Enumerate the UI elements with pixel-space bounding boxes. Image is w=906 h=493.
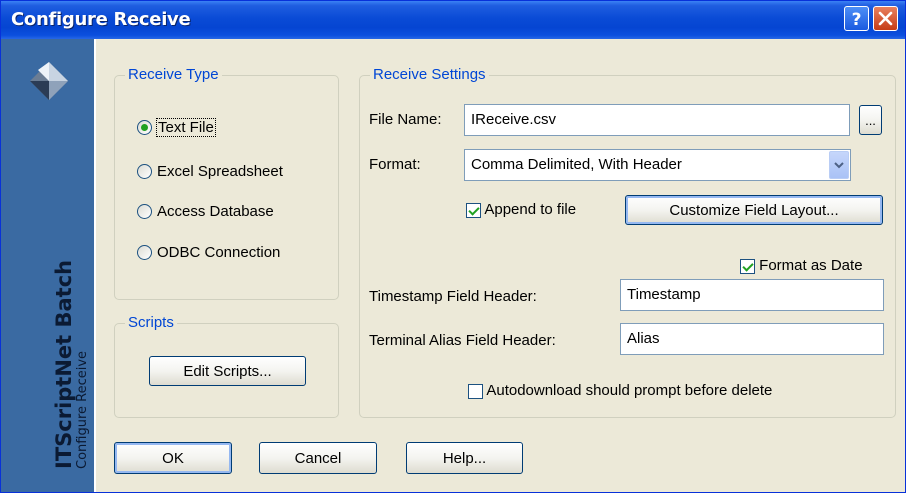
- checkbox[interactable]: [466, 202, 481, 218]
- append-label: Append to file: [484, 201, 577, 218]
- format-as-date-label: Format as Date: [759, 257, 863, 274]
- window-title: Configure Receive: [11, 9, 191, 30]
- timestamp-field-input[interactable]: Timestamp: [620, 279, 884, 311]
- cancel-button[interactable]: Cancel: [259, 442, 377, 474]
- radio-label: Text File: [156, 117, 216, 137]
- scripts-legend: Scripts: [125, 314, 177, 331]
- product-name: ITScriptNet Batch: [52, 259, 76, 469]
- radio-label: ODBC Connection: [157, 243, 281, 261]
- chevron-down-icon: [834, 162, 844, 169]
- receive-type-group: Receive Type: [114, 66, 339, 300]
- format-selected-value: Comma Delimited, With Header: [471, 156, 682, 173]
- help-button[interactable]: Help...: [406, 442, 523, 474]
- radio-access-database[interactable]: Access Database: [137, 200, 274, 222]
- checkbox[interactable]: [740, 258, 755, 274]
- radio-odbc-connection[interactable]: ODBC Connection: [137, 241, 280, 263]
- terminal-alias-field-input[interactable]: Alias: [620, 323, 884, 355]
- radio-label: Access Database: [157, 202, 274, 220]
- radio-button[interactable]: [137, 119, 152, 135]
- close-button[interactable]: [873, 6, 898, 31]
- timestamp-field-label: Timestamp Field Header:: [369, 288, 537, 305]
- configure-receive-dialog: Configure Receive ? ITScriptNet Batch Co…: [0, 0, 906, 493]
- radio-label: Excel Spreadsheet: [157, 162, 283, 180]
- diamond-logo-icon: [30, 62, 68, 100]
- browse-button[interactable]: ...: [859, 105, 882, 135]
- format-select[interactable]: Comma Delimited, With Header: [464, 149, 851, 181]
- radio-button[interactable]: [137, 244, 152, 260]
- radio-excel-spreadsheet[interactable]: Excel Spreadsheet: [137, 160, 283, 182]
- title-bar[interactable]: Configure Receive ?: [1, 1, 905, 39]
- checkbox[interactable]: [468, 383, 483, 399]
- ok-button[interactable]: OK: [114, 442, 232, 474]
- question-mark-icon: ?: [852, 10, 862, 30]
- file-name-input[interactable]: IReceive.csv: [464, 104, 850, 136]
- autodownload-label: Autodownload should prompt before delete: [486, 382, 773, 399]
- radio-text-file[interactable]: Text File: [137, 116, 216, 138]
- file-name-label: File Name:: [369, 111, 442, 128]
- svg-text:?: ?: [852, 10, 862, 30]
- help-title-button[interactable]: ?: [844, 6, 869, 31]
- format-label: Format:: [369, 156, 421, 173]
- sidebar-divider: [94, 39, 96, 492]
- sidebar-subtitle: Configure Receive: [75, 350, 90, 469]
- format-as-date-checkbox[interactable]: Format as Date: [740, 257, 863, 274]
- dropdown-arrow-button[interactable]: [829, 151, 849, 179]
- radio-button[interactable]: [137, 203, 152, 219]
- close-icon: [878, 11, 893, 26]
- append-checkbox[interactable]: Append to file: [466, 201, 576, 218]
- sidebar-caption: ITScriptNet Batch Configure Receive: [52, 259, 91, 469]
- radio-button[interactable]: [137, 163, 152, 179]
- autodownload-prompt-checkbox[interactable]: Autodownload should prompt before delete: [468, 382, 772, 399]
- receive-settings-legend: Receive Settings: [370, 66, 489, 83]
- customize-field-layout-button[interactable]: Customize Field Layout...: [625, 195, 883, 225]
- receive-type-legend: Receive Type: [125, 66, 222, 83]
- edit-scripts-button[interactable]: Edit Scripts...: [149, 356, 306, 386]
- terminal-alias-field-label: Terminal Alias Field Header:: [369, 332, 556, 349]
